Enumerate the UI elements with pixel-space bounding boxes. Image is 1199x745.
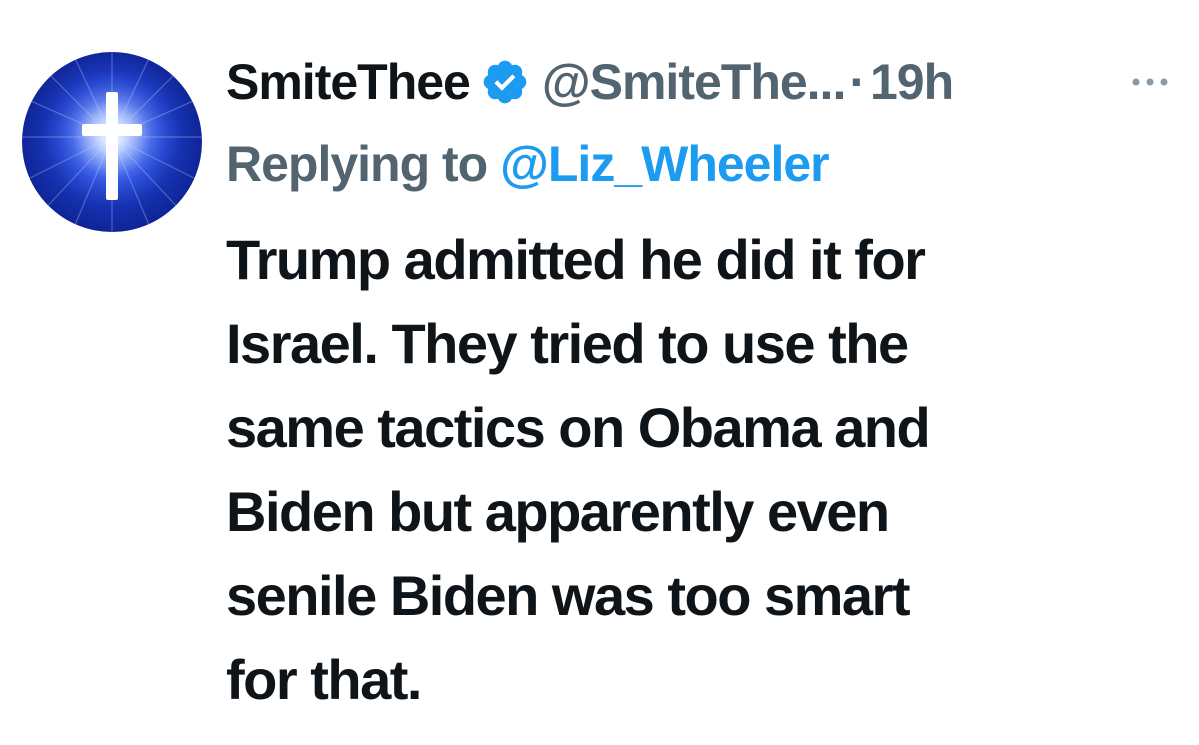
reply-mention-link[interactable]: @Liz_Wheeler [500, 136, 830, 192]
timestamp[interactable]: 19h [870, 50, 954, 114]
replying-to: Replying to @Liz_Wheeler [226, 132, 830, 196]
tweet-text-line: for that. [226, 648, 422, 711]
tweet[interactable]: SmiteThee @SmiteThe... · 19h Replying to… [0, 0, 1199, 745]
glowing-cross-icon [22, 52, 202, 232]
more-options-icon[interactable] [1128, 62, 1172, 102]
avatar[interactable] [22, 52, 202, 232]
tweet-text-line: same tactics on Obama and [226, 396, 931, 459]
separator-dot: · [849, 54, 866, 110]
tweet-header: SmiteThee @SmiteThe... · 19h [226, 50, 954, 114]
tweet-text-line: Biden but apparently even [226, 480, 890, 543]
tweet-text-line: Trump admitted he did it for [226, 228, 926, 291]
replying-to-label: Replying to [226, 136, 488, 192]
user-handle[interactable]: @SmiteThe... [542, 50, 846, 114]
tweet-text-line: Israel. They tried to use the [226, 312, 909, 375]
tweet-text-line: senile Biden was too smart [226, 564, 910, 627]
verified-badge-icon[interactable] [480, 57, 530, 107]
display-name[interactable]: SmiteThee [226, 50, 471, 114]
tweet-text: Trump admitted he did it for Israel. The… [226, 218, 1186, 722]
